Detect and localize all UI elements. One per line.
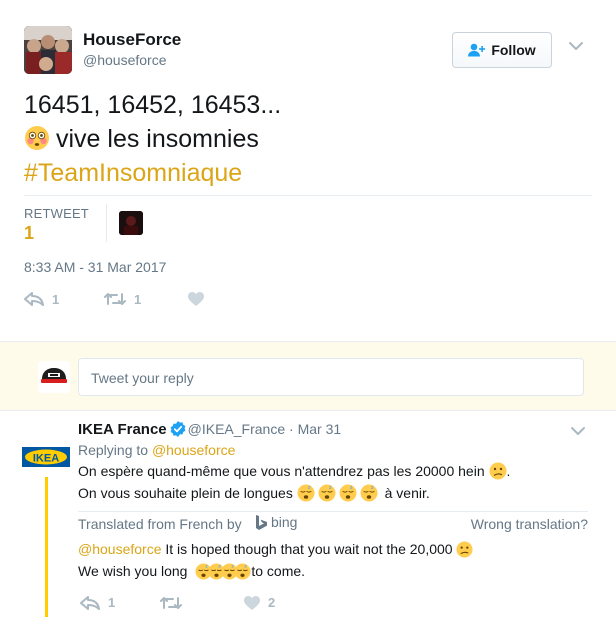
sleeping-emoji: z [234, 563, 251, 580]
replying-to-label: Replying to [78, 442, 149, 458]
stat-divider [106, 204, 107, 242]
reply-line-2-text-a: On vous souhaite plein de longues [78, 485, 293, 501]
translation-line-2: We wish you long z z z z to come. [78, 560, 588, 582]
reply-tweet: IKEA IKEA France @IKEA_France · Mar 31 R… [0, 411, 616, 617]
reply-author-handle[interactable]: @IKEA_France [188, 421, 285, 437]
heart-icon [244, 595, 260, 610]
reply-action[interactable]: 1 [80, 595, 160, 610]
translated-text: @houseforce It is hoped though that you … [78, 538, 588, 582]
current-user-avatar [38, 361, 70, 393]
confused-emoji [489, 462, 506, 480]
bing-icon [256, 514, 267, 530]
retweet-stat-count: 1 [24, 223, 35, 243]
sleeping-emoji-group: zzzz [297, 484, 381, 502]
retweet-action[interactable]: 1 [104, 292, 188, 307]
sleeping-emoji: z [297, 484, 315, 502]
reply-count: 1 [108, 595, 116, 610]
verified-icon [170, 421, 186, 437]
translation-line-2-text-b: to come. [251, 563, 306, 579]
retweet-stat-label: RETWEET [24, 206, 89, 221]
author-avatar[interactable] [24, 26, 72, 74]
ikea-logo[interactable]: IKEA [22, 433, 70, 481]
replying-to: Replying to @houseforce [78, 442, 235, 458]
tweet-timestamp[interactable]: 8:33 AM - 31 Mar 2017 [24, 259, 166, 275]
retweet-count: 1 [134, 291, 142, 307]
like-action[interactable]: 2 [244, 595, 275, 610]
confused-emoji [456, 541, 474, 558]
replying-to-link[interactable]: @houseforce [152, 442, 235, 458]
reply-author-name[interactable]: IKEA France [78, 421, 167, 438]
reply-action[interactable]: 1 [24, 292, 104, 307]
reply-line-1: On espère quand-même que vous n'attendre… [78, 462, 511, 480]
tweet-actions: 1 1 [24, 288, 212, 310]
sleeping-emoji: z [360, 484, 378, 502]
reply-tweet-actions: 1 2 [80, 595, 275, 610]
retweet-action[interactable] [160, 596, 244, 610]
hashtag-link[interactable]: #TeamInsomniaque [24, 156, 281, 190]
tweet-line-2-text: vive les insomnies [56, 125, 259, 153]
chevron-down-icon[interactable] [570, 425, 586, 437]
author-name[interactable]: HouseForce [83, 30, 181, 50]
thread-line [45, 477, 48, 617]
reply-input[interactable]: Tweet your reply [78, 358, 584, 396]
reply-line-1-text: On espère quand-même que vous n'attendre… [78, 463, 485, 479]
tweet-stats: RETWEET 1 [24, 195, 592, 245]
reply-line-2: On vous souhaite plein de longues zzzz à… [78, 482, 578, 504]
sleeping-emoji: z [339, 484, 357, 502]
retweet-icon [160, 596, 182, 609]
main-tweet: HouseForce @houseforce Follow 16451, 164… [0, 0, 616, 341]
retweet-icon [104, 293, 126, 305]
reply-count: 1 [52, 291, 60, 307]
translation-line-1: @houseforce It is hoped though that you … [78, 538, 588, 560]
user-plus-icon [468, 43, 486, 57]
bing-label: bing [271, 514, 298, 530]
svg-text:IKEA: IKEA [33, 453, 59, 465]
bing-link[interactable]: bing [256, 514, 297, 530]
wrong-translation-link[interactable]: Wrong translation? [471, 516, 588, 532]
heart-icon [188, 292, 204, 306]
sleeping-emoji-group: zzzz [191, 563, 251, 580]
follow-label: Follow [491, 42, 536, 58]
header-separator: · [289, 421, 294, 437]
translation-mention[interactable]: @houseforce [78, 541, 161, 557]
chevron-down-icon[interactable] [568, 40, 584, 52]
tweet-text: 16451, 16452, 16453... vive les insomnie… [24, 88, 281, 190]
retweet-stat[interactable]: RETWEET 1 [24, 206, 89, 244]
translation-line-2-text-a: We wish you long [78, 563, 188, 579]
tweet-line-2: vive les insomnies [24, 122, 281, 156]
reply-icon [24, 292, 44, 306]
translation-bar: Translated from French by bing Wrong tra… [78, 511, 588, 533]
translation-line-1-text: It is hoped though that you wait not the… [165, 541, 453, 557]
translated-from-label: Translated from French by [78, 516, 242, 532]
reply-line-2-text-b: à venir. [384, 485, 430, 501]
follow-button[interactable]: Follow [452, 32, 552, 68]
reply-area: Tweet your reply [0, 341, 616, 411]
sleeping-emoji: z [318, 484, 336, 502]
reply-header: IKEA France @IKEA_France · Mar 31 [78, 421, 341, 438]
tweet-line-1: 16451, 16452, 16453... [24, 91, 282, 119]
like-action[interactable] [188, 292, 212, 306]
reply-icon [80, 595, 100, 610]
author-handle[interactable]: @houseforce [83, 52, 166, 68]
reply-date[interactable]: Mar 31 [298, 421, 342, 437]
reply-text: On espère quand-même que vous n'attendre… [78, 460, 578, 504]
like-count: 2 [268, 595, 276, 610]
flushed-emoji [25, 126, 49, 150]
retweeter-avatar[interactable] [119, 211, 143, 235]
